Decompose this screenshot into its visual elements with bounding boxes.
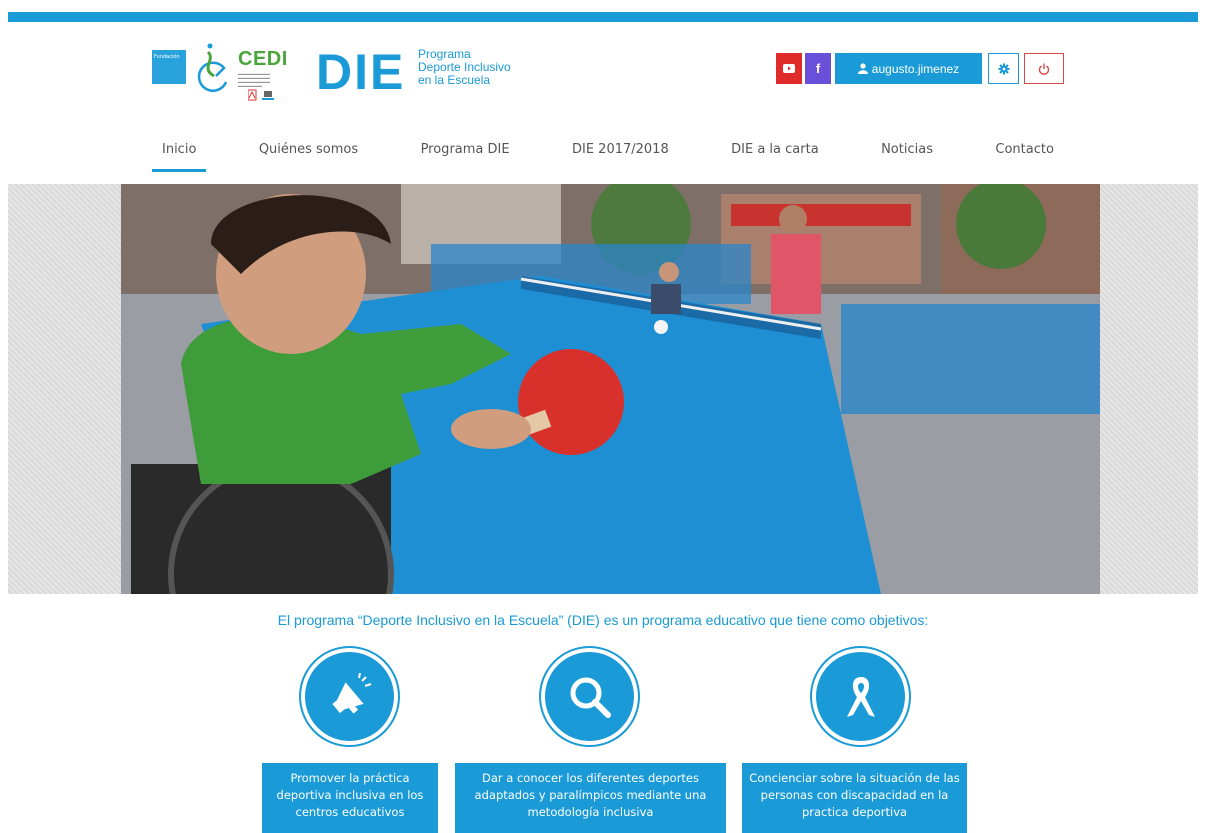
settings-button[interactable] [988, 53, 1019, 84]
program-line-3: en la Escuela [418, 73, 491, 87]
fundacion-logo-text: Fundación [154, 54, 180, 60]
nav-item-die-a-la-carta[interactable]: DIE a la carta [721, 138, 829, 172]
youtube-icon [783, 64, 795, 73]
program-title: Programa Deporte Inclusivo en la Escuela [418, 48, 511, 87]
nav-item-die-2017-2018[interactable]: DIE 2017/2018 [562, 138, 679, 172]
nav-item-noticias[interactable]: Noticias [871, 138, 943, 172]
site-header: Fundación CEDI ▬▬▬▬▬▬▬▬ ▬▬▬▬▬▬▬▬ ▬▬▬▬▬▬▬… [0, 22, 1206, 122]
facebook-icon: f [815, 61, 821, 76]
megaphone-icon [331, 672, 371, 714]
objective-1-circle [301, 648, 398, 745]
main-nav: Inicio Quiénes somos Programa DIE DIE 20… [152, 138, 1064, 172]
objective-2-text: Dar a conocer los diferentes deportes ad… [455, 763, 726, 833]
partner-seals-icon [248, 89, 274, 101]
gear-icon [998, 63, 1009, 74]
intro-text: El programa “Deporte Inclusivo en la Esc… [277, 612, 929, 628]
top-accent-bar [8, 12, 1198, 22]
objective-3-circle [812, 648, 909, 745]
objective-2-circle [541, 648, 638, 745]
cedi-logo-text: CEDI [238, 48, 288, 70]
nav-item-programa-die[interactable]: Programa DIE [411, 138, 520, 172]
user-icon [857, 63, 868, 74]
cedi-subtitle-lines: ▬▬▬▬▬▬▬▬ ▬▬▬▬▬▬▬▬ ▬▬▬▬▬▬▬▬ ▬▬▬▬▬▬ [238, 71, 270, 88]
hero-photo-table-tennis [121, 184, 1100, 594]
cedi-g-logo-icon[interactable] [196, 42, 236, 98]
die-logo[interactable]: DIE [316, 44, 405, 100]
hero-image [121, 184, 1100, 594]
nav-item-quienes-somos[interactable]: Quiénes somos [249, 138, 368, 172]
user-account-button[interactable]: augusto.jimenez [835, 53, 982, 84]
magnifier-icon [570, 677, 611, 718]
facebook-button[interactable]: f [805, 53, 831, 84]
logout-button[interactable] [1024, 53, 1064, 84]
objective-3-text: Concienciar sobre la situación de las pe… [742, 763, 967, 833]
ribbon-icon [846, 676, 875, 717]
youtube-button[interactable] [776, 53, 802, 84]
nav-item-contacto[interactable]: Contacto [985, 138, 1064, 172]
objective-1-text: Promover la práctica deportiva inclusiva… [262, 763, 438, 833]
power-icon [1038, 63, 1050, 75]
fundacion-logo[interactable]: Fundación [152, 50, 186, 84]
username-label: augusto.jimenez [871, 61, 960, 76]
nav-item-inicio[interactable]: Inicio [152, 138, 207, 172]
